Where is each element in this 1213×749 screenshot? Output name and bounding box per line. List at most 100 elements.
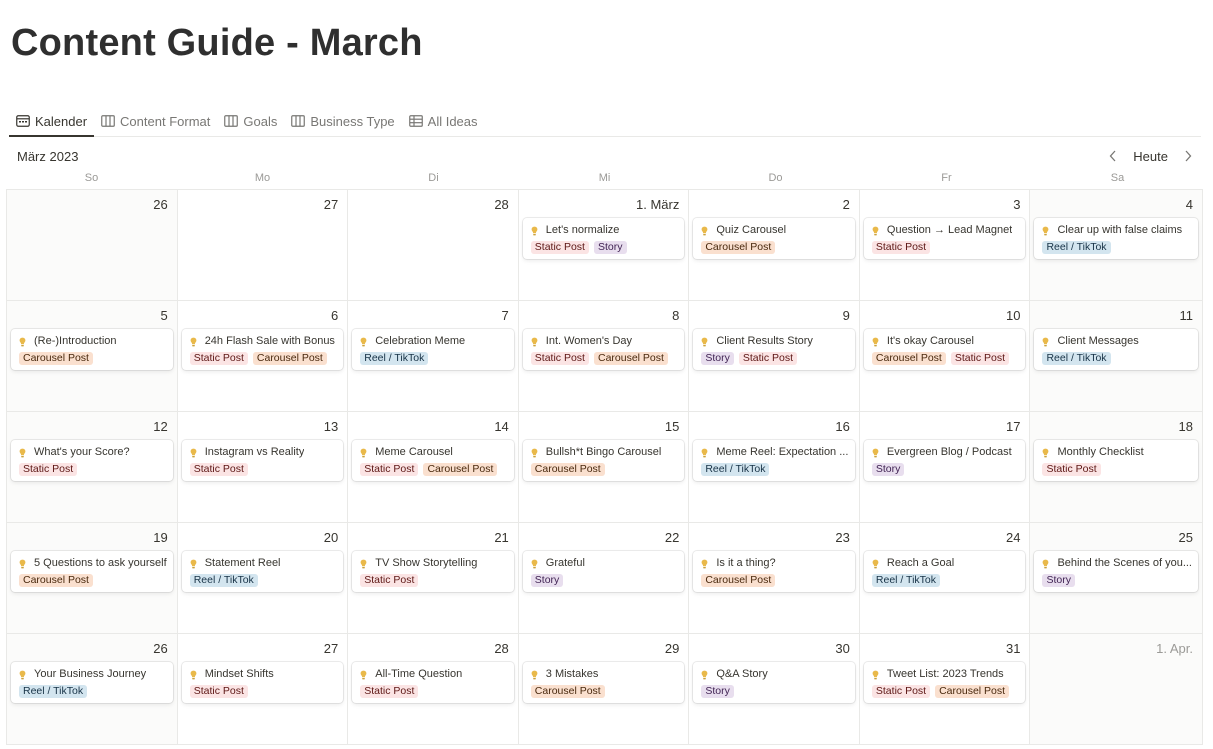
entry-tags: Carousel Post bbox=[701, 241, 849, 254]
calendar-day[interactable]: 29 3 Mistakes Carousel Post bbox=[518, 634, 690, 745]
calendar-entry-card[interactable]: Client Messages Reel / TikTok bbox=[1034, 329, 1198, 370]
calendar-day[interactable]: 26 Your Business Journey Reel / TikTok bbox=[7, 634, 178, 745]
calendar-day[interactable]: 20 Statement Reel Reel / TikTok bbox=[177, 523, 349, 634]
calendar-day[interactable]: 28 bbox=[348, 190, 519, 301]
calendar-entry-card[interactable]: Q&A Story Story bbox=[693, 662, 855, 703]
calendar-entry-card[interactable]: Question → Lead Magnet Static Post bbox=[863, 218, 1026, 259]
lightbulb-icon bbox=[190, 337, 197, 347]
calendar-day[interactable]: 31 Tweet List: 2023 Trends Static Post Caro… bbox=[859, 634, 1031, 745]
format-tag: Carousel Post bbox=[593, 352, 668, 365]
entry-title: (Re-)Introduction bbox=[34, 335, 117, 347]
calendar-day[interactable]: 24 Reach a Goal Reel / TikTok bbox=[859, 523, 1031, 634]
calendar-day[interactable]: 25 Behind the Scenes of you... Story bbox=[1030, 523, 1203, 634]
calendar-day[interactable]: 14 Meme Carousel Static Post Carousel Post bbox=[348, 412, 519, 523]
calendar-entry-card[interactable]: 24h Flash Sale with Bonus Static Post Caro… bbox=[181, 329, 344, 370]
calendar-day[interactable]: 23 Is it a thing? Carousel Post bbox=[689, 523, 860, 634]
entry-title-row: Monthly Checklist bbox=[1042, 445, 1192, 460]
calendar-entry-card[interactable]: TV Show Storytelling Static Post bbox=[352, 551, 514, 592]
calendar-day[interactable]: 13 Instagram vs Reality Static Post bbox=[177, 412, 349, 523]
format-tag: Static Post bbox=[189, 352, 248, 365]
tab-business-type[interactable]: Business Type bbox=[284, 106, 401, 136]
calendar-entry-card[interactable]: It's okay Carousel Carousel Post Static Po… bbox=[863, 329, 1026, 370]
calendar-day[interactable]: 22 Grateful Story bbox=[518, 523, 690, 634]
format-tag: Reel / TikTok bbox=[360, 352, 429, 365]
weekday-label: Di bbox=[428, 172, 439, 184]
calendar-entry-card[interactable]: Bullsh*t Bingo Carousel Carousel Post bbox=[522, 440, 685, 481]
entry-title-row: Int. Women's Day bbox=[531, 334, 679, 349]
calendar-entry-card[interactable]: 3 Mistakes Carousel Post bbox=[522, 662, 685, 703]
calendar-day[interactable]: 7 Celebration Meme Reel / TikTok bbox=[348, 301, 519, 412]
calendar-entry-card[interactable]: Behind the Scenes of you... Story bbox=[1034, 551, 1198, 592]
calendar-day[interactable]: 21 TV Show Storytelling Static Post bbox=[348, 523, 519, 634]
calendar-day[interactable]: 4 Clear up with false claims Reel / TikTok bbox=[1030, 190, 1203, 301]
calendar-entry-card[interactable]: Let's normalize Static Post Story bbox=[522, 218, 685, 259]
next-month-button[interactable] bbox=[1180, 146, 1196, 166]
calendar-entry-card[interactable]: Mindset Shifts Static Post bbox=[181, 662, 344, 703]
entry-title-row: 5 Questions to ask yourself bbox=[19, 556, 167, 571]
calendar-day[interactable]: 27 bbox=[177, 190, 349, 301]
calendar-day[interactable]: 8 Int. Women's Day Static Post Carousel Pos… bbox=[518, 301, 690, 412]
weekday-label: Sa bbox=[1110, 172, 1125, 184]
calendar-day[interactable]: 18 Monthly Checklist Static Post bbox=[1030, 412, 1203, 523]
calendar-day[interactable]: 19 5 Questions to ask yourself Carousel Po… bbox=[7, 523, 178, 634]
calendar-day[interactable]: 28 All-Time Question Static Post bbox=[348, 634, 519, 745]
weekday-label: Do bbox=[768, 172, 783, 184]
entry-tags: Static Post bbox=[189, 685, 338, 698]
calendar-entry-card[interactable]: (Re-)Introduction Carousel Post bbox=[11, 329, 173, 370]
calendar-day[interactable]: 3 Question → Lead Magnet Static Post bbox=[859, 190, 1031, 301]
calendar-day[interactable]: 10 It's okay Carousel Carousel Post Static … bbox=[859, 301, 1031, 412]
calendar-day[interactable]: 26 bbox=[7, 190, 178, 301]
calendar-entry-card[interactable]: Your Business Journey Reel / TikTok bbox=[11, 662, 173, 703]
calendar-day[interactable]: 5 (Re-)Introduction Carousel Post bbox=[7, 301, 178, 412]
calendar-entry-card[interactable]: Celebration Meme Reel / TikTok bbox=[352, 329, 514, 370]
entry-title: Grateful bbox=[545, 557, 585, 569]
calendar-day[interactable]: 16 Meme Reel: Expectation ... Reel / TikTo… bbox=[689, 412, 860, 523]
tab-content-format[interactable]: Content Format bbox=[94, 106, 217, 136]
calendar-day[interactable]: 9 Client Results Story Story Static Post bbox=[689, 301, 860, 412]
calendar-entry-card[interactable]: Quiz Carousel Carousel Post bbox=[693, 218, 855, 259]
day-number: 28 bbox=[494, 641, 509, 656]
calendar-entry-card[interactable]: All-Time Question Static Post bbox=[352, 662, 514, 703]
format-tag: Static Post bbox=[189, 685, 248, 698]
calendar-day[interactable]: 6 24h Flash Sale with Bonus Static Post Car… bbox=[177, 301, 349, 412]
calendar-entry-card[interactable]: Is it a thing? Carousel Post bbox=[693, 551, 855, 592]
calendar-entry-card[interactable]: Int. Women's Day Static Post Carousel Post bbox=[522, 329, 685, 370]
calendar-day[interactable]: 2 Quiz Carousel Carousel Post bbox=[689, 190, 860, 301]
lightbulb-icon bbox=[701, 448, 708, 458]
calendar-entry-card[interactable]: Reach a Goal Reel / TikTok bbox=[863, 551, 1026, 592]
calendar-entry-card[interactable]: Meme Carousel Static Post Carousel Post bbox=[352, 440, 514, 481]
tab-all-ideas[interactable]: All Ideas bbox=[402, 106, 485, 136]
entry-title: Q&A Story bbox=[716, 668, 768, 680]
calendar-entry-card[interactable]: Monthly Checklist Static Post bbox=[1034, 440, 1198, 481]
calendar-day[interactable]: 11 Client Messages Reel / TikTok bbox=[1030, 301, 1203, 412]
entry-tags: Carousel Post bbox=[19, 352, 167, 365]
day-number: 8 bbox=[672, 308, 680, 323]
calendar-day[interactable]: 30 Q&A Story Story bbox=[689, 634, 860, 745]
calendar-entry-card[interactable]: Statement Reel Reel / TikTok bbox=[181, 551, 344, 592]
entry-title-row: Evergreen Blog / Podcast bbox=[872, 445, 1020, 460]
previous-month-button[interactable] bbox=[1105, 146, 1121, 166]
today-button[interactable]: Heute bbox=[1129, 147, 1172, 166]
tab-kalender[interactable]: Kalender bbox=[9, 106, 95, 137]
calendar-entry-card[interactable]: Clear up with false claims Reel / TikTok bbox=[1034, 218, 1198, 259]
calendar-day[interactable]: 17 Evergreen Blog / Podcast Story bbox=[859, 412, 1031, 523]
format-tag: Reel / TikTok bbox=[189, 574, 258, 587]
calendar-entry-card[interactable]: Evergreen Blog / Podcast Story bbox=[863, 440, 1026, 481]
calendar-day[interactable]: 1. März Let's normalize Static Post Story bbox=[518, 190, 690, 301]
day-number: 31 bbox=[1005, 641, 1021, 656]
calendar-entry-card[interactable]: What's your Score? Static Post bbox=[11, 440, 173, 481]
tab-label: All Ideas bbox=[427, 113, 478, 129]
calendar-day[interactable]: 1. Apr. bbox=[1030, 634, 1203, 745]
tab-goals[interactable]: Goals bbox=[217, 106, 284, 136]
calendar-day[interactable]: 27 Mindset Shifts Static Post bbox=[177, 634, 349, 745]
calendar-entry-card[interactable]: 5 Questions to ask yourself Carousel Post bbox=[11, 551, 173, 592]
calendar-entry-card[interactable]: Tweet List: 2023 Trends Static Post Carous… bbox=[863, 662, 1026, 703]
day-number: 25 bbox=[1178, 530, 1193, 545]
calendar-entry-card[interactable]: Instagram vs Reality Static Post bbox=[181, 440, 344, 481]
calendar-entry-card[interactable]: Meme Reel: Expectation ... Reel / TikTok bbox=[693, 440, 855, 481]
calendar-entry-card[interactable]: Grateful Story bbox=[522, 551, 685, 592]
calendar-day[interactable]: 12 What's your Score? Static Post bbox=[7, 412, 178, 523]
calendar-entry-card[interactable]: Client Results Story Story Static Post bbox=[693, 329, 855, 370]
day-number: 22 bbox=[664, 530, 680, 545]
calendar-day[interactable]: 15 Bullsh*t Bingo Carousel Carousel Post bbox=[518, 412, 690, 523]
